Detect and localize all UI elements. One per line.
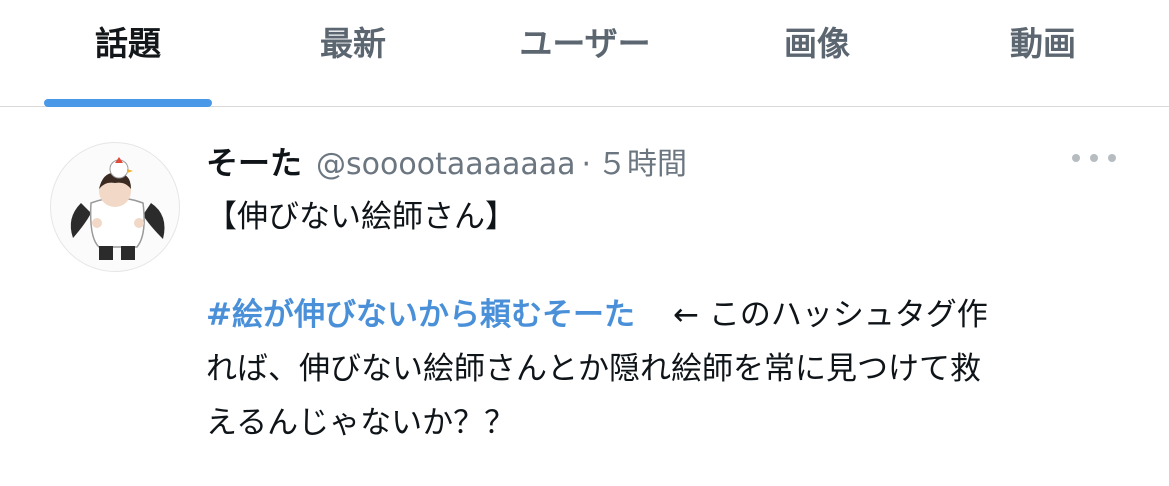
more-dot	[1090, 154, 1098, 162]
tweet-text-line: れば、伸びない絵師さんとか隠れ絵師を常に見つけて救	[206, 351, 981, 387]
tab-videos[interactable]: 動画	[958, 0, 1128, 107]
tab-users[interactable]: ユーザー	[490, 0, 680, 107]
more-dot	[1108, 154, 1116, 162]
tweet-text-line: #絵が伸びないから頼むそーた ← このハッシュタグ作	[206, 288, 988, 342]
tweet-text-fragment: ← このハッシュタグ作	[672, 297, 988, 333]
tab-label: 画像	[784, 23, 850, 63]
tab-label: 話題	[95, 23, 161, 63]
tweet-text-line: えるんじゃないか？？	[206, 405, 516, 441]
hashtag-link[interactable]: #絵が伸びないから頼むそーた	[206, 297, 635, 333]
avatar-illustration	[70, 157, 165, 260]
tab-bar: 話題 最新 ユーザー 画像 動画	[0, 0, 1169, 107]
more-horizontal-icon[interactable]	[1072, 148, 1116, 168]
tweet-header: そーた @sooootaaaaaaa · ５時間	[206, 138, 687, 182]
tab-label: ユーザー	[519, 23, 651, 63]
author-name[interactable]: そーた	[206, 138, 302, 184]
tab-label: 最新	[320, 23, 386, 63]
avatar[interactable]	[50, 142, 180, 272]
tab-trending[interactable]: 話題	[44, 0, 212, 107]
tab-latest[interactable]: 最新	[268, 0, 438, 107]
author-handle[interactable]: @sooootaaaaaaa	[316, 147, 576, 182]
more-dot	[1072, 154, 1080, 162]
tweet-timestamp[interactable]: ５時間	[597, 139, 687, 183]
tweet[interactable]: そーた @sooootaaaaaaa · ５時間 【伸びない絵師さん】 #絵が伸…	[0, 108, 1169, 486]
tab-images[interactable]: 画像	[732, 0, 902, 107]
tweet-text-line: 【伸びない絵師さん】	[206, 199, 516, 235]
separator-dot: ·	[581, 147, 592, 182]
active-tab-indicator	[44, 99, 212, 107]
tab-label: 動画	[1010, 23, 1076, 63]
